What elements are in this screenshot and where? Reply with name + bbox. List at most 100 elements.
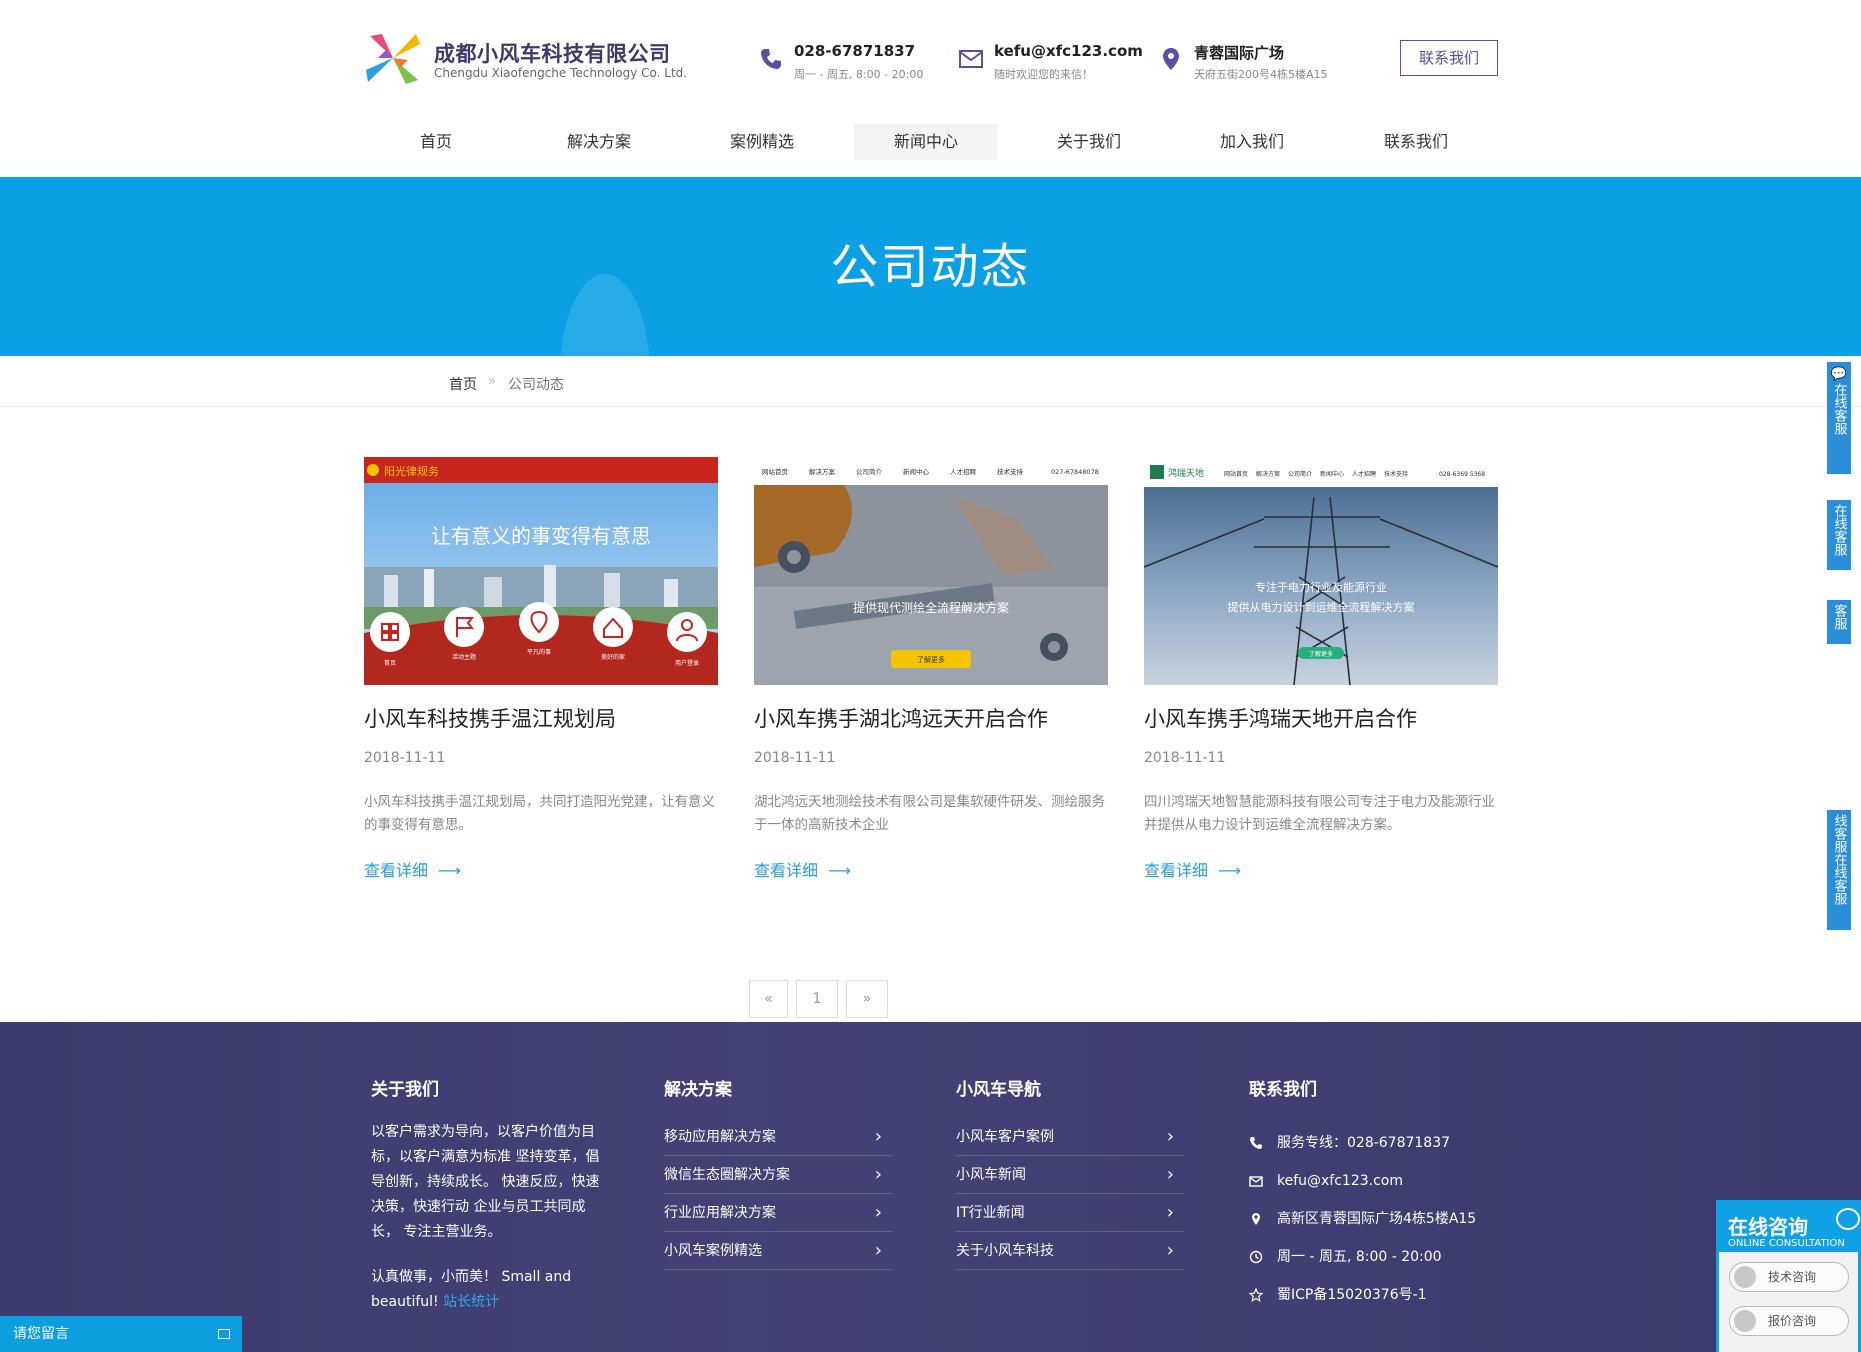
side-online-service-tab[interactable]: 💬 在线客服	[1827, 362, 1851, 474]
arrow-right-icon: ⟶	[828, 861, 851, 880]
footer-contact-heading: 联系我们	[1249, 1080, 1317, 1100]
footer-link-label: 微信生态圈解决方案	[664, 1167, 790, 1183]
company-name-en: Chengdu Xiaofengche Technology Co. Ltd.	[434, 66, 688, 80]
more-link-label: 查看详细	[1144, 861, 1209, 880]
nav-item-about[interactable]: 关于我们	[1017, 124, 1161, 160]
footer-nav-link[interactable]: 小风车新闻 ›	[956, 1156, 1184, 1194]
chat-icon	[1734, 1310, 1756, 1332]
page-banner: 公司动态	[0, 177, 1861, 356]
news-card-title[interactable]: 小风车携手鸿瑞天地开启合作	[1144, 703, 1498, 733]
thumb-brand-text: 阳光律规务	[384, 464, 439, 478]
news-card-more-link[interactable]: 查看详细 ⟶	[364, 857, 461, 881]
footer-navigation: 小风车导航 小风车客户案例 › 小风车新闻 › IT行业新闻 › 关于小风车科技 ›	[956, 1075, 1184, 1270]
page-title: 公司动态	[830, 239, 1031, 295]
thumb-menu-item: 网站首页	[762, 467, 789, 476]
side-service-tab[interactable]: 客服	[1827, 600, 1851, 644]
thumb-caption: 专注于电力行业及能源行业	[1255, 580, 1387, 594]
news-card-image[interactable]: 阳光律规务 让有意义的事变得有意思 首页 活动主题 平凡的事 美好的家 用户登录	[364, 457, 718, 685]
news-card-more-link[interactable]: 查看详细 ⟶	[1144, 857, 1241, 881]
header-address: 青蓉国际广场 天府五街200号4栋5楼A15	[1158, 40, 1348, 84]
footer-motto: 认真做事，小而美！ Small and beautiful! 站长统计	[371, 1265, 611, 1315]
site-header: 成都小风车科技有限公司 Chengdu Xiaofengche Technolo…	[0, 0, 1861, 177]
news-card-title[interactable]: 小风车携手湖北鸿远天开启合作	[754, 703, 1108, 733]
site-stats-link[interactable]: 站长统计	[443, 1294, 499, 1310]
footer-background	[0, 1022, 1861, 1352]
news-card-date: 2018-11-11	[364, 750, 446, 766]
chevron-right-icon: ›	[1166, 1126, 1174, 1147]
footer-solution-link[interactable]: 微信生态圈解决方案 ›	[664, 1156, 892, 1194]
footer-link-label: 关于小风车科技	[956, 1243, 1054, 1259]
footer-contact-text: 周一 - 周五, 8:00 - 20:00	[1277, 1249, 1442, 1265]
footer-contact: 联系我们 服务专线：028-67871837 kefu@xfc123.com 高…	[1249, 1075, 1569, 1314]
footer-solution-link[interactable]: 小风车案例精选 ›	[664, 1232, 892, 1270]
consult-button-label: 技术咨询	[1768, 1270, 1817, 1284]
side-tab-label: 客服	[1831, 604, 1847, 630]
thumb-menu-item: 解决方案	[1256, 470, 1280, 478]
thumb-icon-label: 活动主题	[452, 653, 476, 661]
header-phone: 028-67871837 周一 - 周五, 8:00 - 20:00	[758, 40, 938, 84]
news-card-image[interactable]: 网站首页 解决方案 公司简介 新闻中心 人才招聘 技术支持 027-678480…	[754, 457, 1108, 685]
leave-message-bar[interactable]: 请您留言	[0, 1316, 242, 1352]
footer-solution-link[interactable]: 行业应用解决方案 ›	[664, 1194, 892, 1232]
pagination-next-button[interactable]: »	[846, 980, 888, 1018]
pagination-page-button[interactable]: 1	[796, 980, 838, 1018]
news-card-description: 湖北鸿远天地测绘技术有限公司是集软硬件研发、测绘服务于一体的高新技术企业	[754, 794, 1105, 833]
pagination-prev-button[interactable]: «	[749, 980, 788, 1018]
footer-link-label: 小风车客户案例	[956, 1129, 1054, 1145]
header-mail-address: kefu@xfc123.com	[994, 42, 1143, 60]
tech-consult-button[interactable]: 技术咨询	[1729, 1262, 1849, 1292]
footer-contact-row: 蜀ICP备15020376号-1	[1249, 1276, 1569, 1314]
leave-message-label: 请您留言	[13, 1326, 69, 1342]
thumb-caption: 提供从电力设计到运维全流程解决方案	[1228, 600, 1415, 614]
nav-item-contact[interactable]: 联系我们	[1344, 124, 1488, 160]
news-card: 鸿瑞天地 网站首页 解决方案 公司简介 新闻中心 人才招聘 技术支持 028-6…	[1144, 457, 1498, 887]
breadcrumb-separator: »	[488, 374, 496, 389]
side-online-service-tab[interactable]: 线客服在线客服	[1827, 810, 1851, 930]
quote-consult-button[interactable]: 报价咨询	[1729, 1306, 1849, 1336]
thumb-slogan-text: 让有意义的事变得有意思	[431, 524, 651, 548]
side-online-service-tab[interactable]: 在线客服	[1827, 500, 1851, 570]
site-logo[interactable]: 成都小风车科技有限公司 Chengdu Xiaofengche Technolo…	[364, 28, 687, 88]
news-card-title[interactable]: 小风车科技携手温江规划局	[364, 703, 718, 733]
nav-item-cases[interactable]: 案例精选	[690, 124, 834, 160]
breadcrumb-home-link[interactable]: 首页	[449, 374, 477, 394]
expand-window-icon[interactable]	[218, 1329, 230, 1339]
footer-contact-text: 服务专线：028-67871837	[1277, 1135, 1451, 1151]
thumb-brand-text: 鸿瑞天地	[1168, 467, 1204, 479]
nav-item-join[interactable]: 加入我们	[1180, 124, 1324, 160]
thumb-menu-item: 公司简介	[856, 467, 883, 476]
consult-body: 技术咨询 报价咨询	[1719, 1252, 1858, 1352]
mail-icon	[959, 50, 983, 68]
header-phone-number: 028-67871837	[794, 42, 916, 60]
phone-icon	[1250, 1137, 1262, 1149]
star-icon	[1249, 1288, 1263, 1302]
thumb-icon-label: 美好的家	[601, 653, 625, 661]
consult-button-label: 报价咨询	[1768, 1314, 1817, 1328]
nav-item-solutions[interactable]: 解决方案	[527, 124, 671, 160]
news-card: 阳光律规务 让有意义的事变得有意思 首页 活动主题 平凡的事 美好的家 用户登录	[364, 457, 718, 887]
news-card-more-link[interactable]: 查看详细 ⟶	[754, 857, 851, 881]
chevron-right-icon: ›	[1166, 1240, 1174, 1261]
footer-nav-link[interactable]: 小风车客户案例 ›	[956, 1118, 1184, 1156]
nav-item-news[interactable]: 新闻中心	[854, 124, 998, 160]
site-footer: 关于我们 以客户需求为导向，以客户价值为目标，以客户满意为标准 坚持变革，倡导创…	[0, 1022, 1861, 1352]
footer-contact-row: kefu@xfc123.com	[1249, 1162, 1569, 1200]
footer-contact-text: 蜀ICP备15020376号-1	[1277, 1287, 1427, 1303]
online-consultation-widget: 在线咨询 ONLINE CONSULTATION 技术咨询 报价咨询	[1716, 1200, 1861, 1352]
contact-us-button[interactable]: 联系我们	[1400, 40, 1498, 76]
nav-item-home[interactable]: 首页	[364, 124, 508, 160]
news-card-image[interactable]: 鸿瑞天地 网站首页 解决方案 公司简介 新闻中心 人才招聘 技术支持 028-6…	[1144, 457, 1498, 685]
footer-nav-link[interactable]: IT行业新闻 ›	[956, 1194, 1184, 1232]
chevron-right-icon: ›	[874, 1202, 882, 1223]
consult-title: 在线咨询	[1728, 1215, 1808, 1239]
news-card-date: 2018-11-11	[754, 750, 836, 766]
footer-link-label: 小风车案例精选	[664, 1243, 762, 1259]
chevron-right-icon: ›	[874, 1240, 882, 1261]
footer-nav-link[interactable]: 关于小风车科技 ›	[956, 1232, 1184, 1270]
breadcrumb: 首页 » 公司动态	[0, 356, 1861, 407]
thumb-caption: 提供现代测绘全流程解决方案	[853, 600, 1009, 615]
thumb-menu-item: 人才招聘	[1352, 470, 1376, 478]
news-card-description: 四川鸿瑞天地智慧能源科技有限公司专注于电力及能源行业并提供从电力设计到运维全流程…	[1144, 794, 1495, 833]
thumb-menu-item: 新闻中心	[1320, 470, 1344, 478]
footer-solution-link[interactable]: 移动应用解决方案 ›	[664, 1118, 892, 1156]
